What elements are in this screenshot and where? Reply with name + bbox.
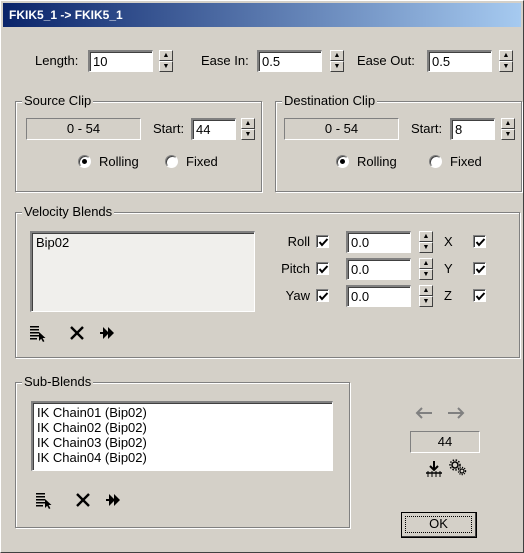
source-fixed-label: Fixed <box>186 154 218 169</box>
sub-blends-title: Sub-Blends <box>22 374 94 390</box>
gears-icon[interactable] <box>448 457 468 477</box>
length-spin-up[interactable]: ▲ <box>159 50 173 61</box>
sub-blends-list[interactable]: IK Chain01 (Bip02) IK Chain02 (Bip02) IK… <box>31 401 333 471</box>
list-item[interactable]: IK Chain01 (Bip02) <box>37 405 328 420</box>
window-title: FKIK5_1 -> FKIK5_1 <box>3 3 521 27</box>
y-axis-label: Y <box>444 261 453 276</box>
yaw-value-input[interactable]: 0.0 <box>346 285 411 307</box>
destination-start-spin-up[interactable]: ▲ <box>501 118 515 129</box>
source-start-spin-up[interactable]: ▲ <box>241 118 255 129</box>
list-item[interactable]: IK Chain03 (Bip02) <box>37 435 328 450</box>
arrow-right-icon[interactable] <box>446 404 466 422</box>
list-item[interactable]: Bip02 <box>36 235 250 250</box>
pitch-label: Pitch <box>281 261 310 276</box>
source-start-spin-down[interactable]: ▼ <box>241 129 255 140</box>
ease-out-spin-up[interactable]: ▲ <box>499 50 513 61</box>
x-axis-label: X <box>444 234 453 249</box>
ease-in-spin-down[interactable]: ▼ <box>330 61 344 72</box>
destination-start-spinner[interactable]: ▲ ▼ <box>501 118 515 140</box>
ease-in-spin-up[interactable]: ▲ <box>330 50 344 61</box>
ease-out-spin-down[interactable]: ▼ <box>499 61 513 72</box>
roll-label: Roll <box>287 234 310 249</box>
source-clip-group: Source Clip <box>15 93 262 192</box>
fast-forward-icon[interactable] <box>104 491 122 509</box>
source-rolling-label: Rolling <box>99 154 139 169</box>
fast-forward-icon[interactable] <box>98 324 116 342</box>
select-list-icon[interactable] <box>29 324 47 342</box>
destination-clip-title: Destination Clip <box>282 93 378 109</box>
source-start-spinner[interactable]: ▲ ▼ <box>241 118 255 140</box>
velocity-blends-list[interactable]: Bip02 <box>30 231 255 312</box>
destination-rolling-radio[interactable]: Rolling <box>336 154 397 169</box>
source-clip-range: 0 - 54 <box>26 118 141 140</box>
select-list-icon[interactable] <box>35 491 53 509</box>
ease-in-label: Ease In: <box>201 53 249 68</box>
pitch-spin-up[interactable]: ▲ <box>419 258 433 269</box>
source-fixed-radio[interactable]: Fixed <box>165 154 218 169</box>
frame-readout: 44 <box>410 431 480 453</box>
ease-in-spinner[interactable]: ▲ ▼ <box>330 50 344 72</box>
arrow-left-icon[interactable] <box>414 404 434 422</box>
ease-out-spinner[interactable]: ▲ ▼ <box>499 50 513 72</box>
roll-spin-up[interactable]: ▲ <box>419 231 433 242</box>
list-item[interactable]: IK Chain02 (Bip02) <box>37 420 328 435</box>
pitch-checkbox[interactable] <box>316 262 329 275</box>
ease-out-label: Ease Out: <box>357 53 415 68</box>
keyframe-icon[interactable] <box>424 459 444 479</box>
ok-button-label: OK <box>429 516 448 531</box>
yaw-checkbox[interactable] <box>316 289 329 302</box>
radio-indicator[interactable] <box>165 155 178 168</box>
roll-spin-down[interactable]: ▼ <box>419 242 433 253</box>
radio-indicator[interactable] <box>429 155 442 168</box>
ease-out-input[interactable]: 0.5 <box>427 50 492 72</box>
ok-button[interactable]: OK <box>401 512 477 538</box>
source-start-input[interactable]: 44 <box>191 118 236 140</box>
z-axis-label: Z <box>444 288 452 303</box>
yaw-spinner[interactable]: ▲ ▼ <box>419 285 433 307</box>
length-spinner[interactable]: ▲ ▼ <box>159 50 173 72</box>
destination-start-spin-down[interactable]: ▼ <box>501 129 515 140</box>
yaw-label: Yaw <box>285 288 310 303</box>
yaw-spin-down[interactable]: ▼ <box>419 296 433 307</box>
list-item[interactable]: IK Chain04 (Bip02) <box>37 450 328 465</box>
y-axis-checkbox[interactable] <box>473 262 486 275</box>
source-clip-title: Source Clip <box>22 93 94 109</box>
source-rolling-radio[interactable]: Rolling <box>78 154 139 169</box>
velocity-blends-title: Velocity Blends <box>22 204 115 220</box>
destination-clip-range: 0 - 54 <box>284 118 399 140</box>
source-start-label: Start: <box>153 121 185 136</box>
destination-fixed-label: Fixed <box>450 154 482 169</box>
z-axis-checkbox[interactable] <box>473 289 486 302</box>
ease-in-input[interactable]: 0.5 <box>257 50 322 72</box>
length-spin-down[interactable]: ▼ <box>159 61 173 72</box>
yaw-spin-up[interactable]: ▲ <box>419 285 433 296</box>
destination-fixed-radio[interactable]: Fixed <box>429 154 482 169</box>
delete-x-icon[interactable] <box>74 491 92 509</box>
roll-value-input[interactable]: 0.0 <box>346 231 411 253</box>
delete-x-icon[interactable] <box>68 324 86 342</box>
x-axis-checkbox[interactable] <box>473 235 486 248</box>
roll-checkbox[interactable] <box>316 235 329 248</box>
roll-spinner[interactable]: ▲ ▼ <box>419 231 433 253</box>
pitch-spin-down[interactable]: ▼ <box>419 269 433 280</box>
fkik-transition-dialog: FKIK5_1 -> FKIK5_1 Length: 10 ▲ ▼ Ease I… <box>0 0 524 553</box>
length-label: Length: <box>35 53 79 68</box>
destination-start-input[interactable]: 8 <box>450 118 495 140</box>
destination-clip-group: Destination Clip <box>275 93 522 192</box>
pitch-value-input[interactable]: 0.0 <box>346 258 411 280</box>
length-input[interactable]: 10 <box>88 50 153 72</box>
destination-rolling-label: Rolling <box>357 154 397 169</box>
destination-start-label: Start: <box>411 121 443 136</box>
radio-indicator[interactable] <box>336 155 349 168</box>
pitch-spinner[interactable]: ▲ ▼ <box>419 258 433 280</box>
radio-indicator[interactable] <box>78 155 91 168</box>
